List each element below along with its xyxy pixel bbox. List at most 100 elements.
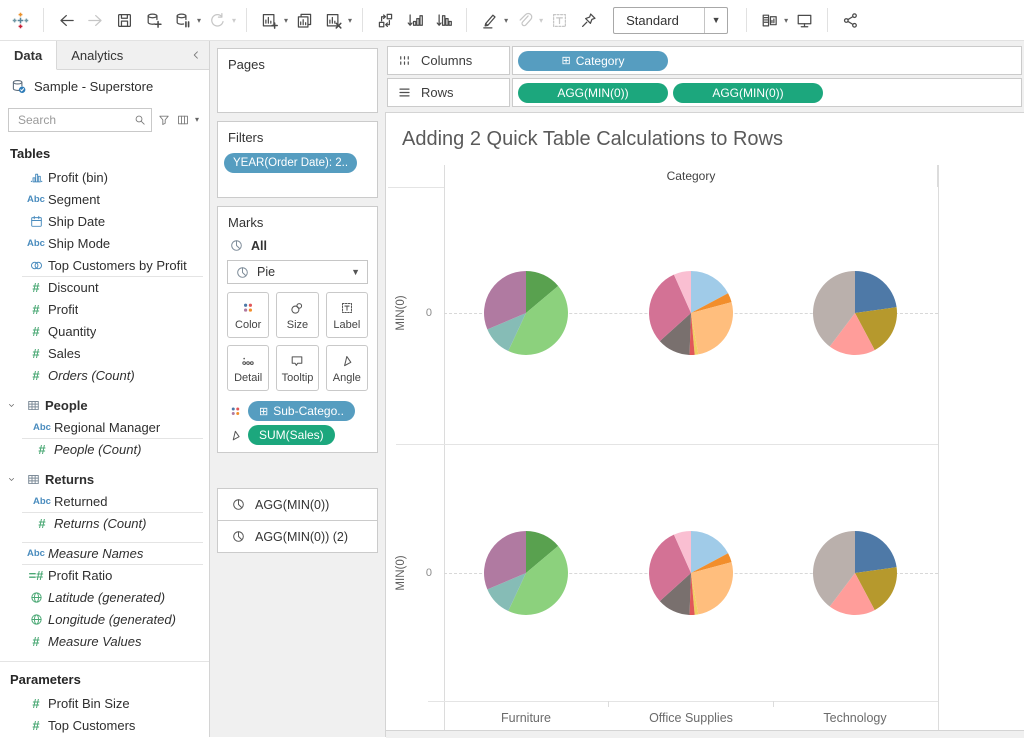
highlight-button[interactable] [475, 6, 504, 34]
presentation-mode-button[interactable] [790, 6, 819, 34]
new-worksheet-button[interactable] [255, 6, 284, 34]
field-item-sales[interactable]: #Sales [0, 342, 209, 364]
field-item-returns-count[interactable]: #Returns (Count) [0, 512, 209, 534]
view-options-icon[interactable] [176, 113, 190, 127]
new-data-source-button[interactable] [139, 6, 168, 34]
group-members-button[interactable] [510, 6, 539, 34]
field-item-discount[interactable]: #Discount [0, 276, 209, 298]
field-item-top-customers[interactable]: #Top Customers [0, 714, 209, 736]
field-item-profit-ratio[interactable]: =#Profit Ratio [0, 564, 209, 586]
field-item-quantity[interactable]: #Quantity [0, 320, 209, 342]
datasource-item[interactable]: Sample - Superstore [0, 70, 209, 103]
pie-chart-technology-row2[interactable] [810, 528, 900, 618]
pie-chart-furniture-row1[interactable] [481, 268, 571, 358]
pill-category[interactable]: ⊞Category [518, 51, 668, 71]
field-item-profit-bin[interactable]: Profit (bin) [0, 166, 209, 188]
clear-sheet-caret-icon[interactable]: ▾ [348, 16, 352, 25]
marks-detail-button[interactable]: Detail [227, 345, 269, 391]
clear-sheet-button[interactable] [319, 6, 348, 34]
field-item-top-customers-by-profit[interactable]: Top Customers by Profit [0, 254, 209, 276]
tab-analytics[interactable]: Analytics [57, 41, 137, 69]
group-members-caret-icon[interactable]: ▾ [539, 16, 543, 25]
field-item-returned[interactable]: AbcReturned [0, 490, 209, 512]
search-input[interactable] [16, 112, 133, 128]
chevron-down-icon[interactable] [6, 474, 21, 485]
marks-tooltip-button[interactable]: Tooltip [276, 345, 318, 391]
field-item-profit-bin-size[interactable]: #Profit Bin Size [0, 692, 209, 714]
field-item-latitude-generated[interactable]: Latitude (generated) [0, 586, 209, 608]
field-item-regional-manager[interactable]: AbcRegional Manager [0, 416, 209, 438]
search-box[interactable] [8, 108, 152, 132]
pages-shelf[interactable]: Pages [217, 48, 378, 113]
sort-descending-button[interactable] [429, 6, 458, 34]
tab-data[interactable]: Data [0, 41, 57, 70]
pie-chart-technology-row1[interactable] [810, 268, 900, 358]
save-button[interactable] [110, 6, 139, 34]
column-label-office-supplies[interactable]: Office Supplies [609, 711, 773, 725]
mark-card-agg-min-0-2[interactable]: AGG(MIN(0)) (2) [217, 520, 378, 553]
field-group-returns[interactable]: Returns [0, 468, 209, 490]
field-item-profit[interactable]: #Profit [0, 298, 209, 320]
pill-agg-min-0[interactable]: AGG(MIN(0)) [518, 83, 668, 103]
marks-label-button[interactable]: Label [326, 292, 368, 338]
marks-button-label: Color [235, 319, 261, 331]
text-label-button[interactable] [545, 6, 574, 34]
marks-all-row[interactable]: All [218, 234, 377, 255]
run-update-caret-icon[interactable]: ▾ [232, 16, 236, 25]
pause-auto-updates-button[interactable] [168, 6, 197, 34]
mark-card-agg-min-0[interactable]: AGG(MIN(0)) [217, 488, 378, 521]
pie-chart-office-supplies-row1[interactable] [646, 268, 736, 358]
field-item-measure-values[interactable]: #Measure Values [0, 630, 209, 652]
field-item-measure-names[interactable]: AbcMeasure Names [0, 542, 209, 564]
row-axis-label[interactable]: MIN(0) [395, 273, 409, 353]
pie-chart-furniture-row2[interactable] [481, 528, 571, 618]
field-item-longitude-generated[interactable]: Longitude (generated) [0, 608, 209, 630]
sort-ascending-button[interactable] [400, 6, 429, 34]
pin-button[interactable] [574, 6, 603, 34]
pie-chart-office-supplies-row2[interactable] [646, 528, 736, 618]
tableau-logo-button[interactable] [6, 6, 35, 34]
show-cards-caret-icon[interactable]: ▾ [784, 16, 788, 25]
columns-shelf[interactable]: ⊞Category [512, 46, 1022, 75]
marks-buttons: Color SizeLabel DetailTooltipAngle [227, 292, 368, 391]
field-item-segment[interactable]: AbcSegment [0, 188, 209, 210]
view-options-caret-icon[interactable]: ▾ [195, 115, 199, 124]
filter-fields-icon[interactable] [157, 113, 171, 127]
highlight-caret-icon[interactable]: ▾ [504, 16, 508, 25]
pause-auto-updates-caret-icon[interactable]: ▾ [197, 16, 201, 25]
marks-size-button[interactable]: Size [276, 292, 318, 338]
expand-icon[interactable]: ⊞ [562, 54, 571, 67]
pill-agg-min-0[interactable]: AGG(MIN(0)) [673, 83, 823, 103]
collapse-pane-button[interactable] [183, 41, 209, 69]
expand-icon[interactable]: ⊞ [259, 405, 268, 418]
chevron-down-icon[interactable] [6, 400, 21, 411]
duplicate-button[interactable] [290, 6, 319, 34]
redo-arrow-button[interactable] [81, 6, 110, 34]
share-button[interactable] [836, 6, 865, 34]
field-label: Ship Mode [48, 236, 110, 251]
column-field-header[interactable]: Category [444, 165, 938, 187]
field-item-orders-count[interactable]: #Orders (Count) [0, 364, 209, 386]
column-label-technology[interactable]: Technology [773, 711, 937, 725]
row-axis-label[interactable]: MIN(0) [395, 533, 409, 613]
marks-angle-button[interactable]: Angle [326, 345, 368, 391]
pill-sum-sales[interactable]: SUM(Sales) [248, 425, 335, 445]
swap-rows-columns-button[interactable] [371, 6, 400, 34]
filters-shelf[interactable]: Filters YEAR(Order Date): 2.. [217, 121, 378, 198]
filter-pill-year-order-date[interactable]: YEAR(Order Date): 2.. [224, 153, 357, 173]
marks-color-button[interactable]: Color [227, 292, 269, 338]
field-group-people[interactable]: People [0, 394, 209, 416]
new-worksheet-caret-icon[interactable]: ▾ [284, 16, 288, 25]
mark-type-dropdown[interactable]: Pie ▼ [227, 260, 368, 284]
run-update-button[interactable] [203, 6, 232, 34]
y-tick-label: 0 [414, 307, 432, 319]
field-item-ship-date[interactable]: Ship Date [0, 210, 209, 232]
pill-sub-catego[interactable]: ⊞Sub-Catego.. [248, 401, 355, 421]
undo-arrow-button[interactable] [52, 6, 81, 34]
field-item-people-count[interactable]: #People (Count) [0, 438, 209, 460]
rows-shelf[interactable]: AGG(MIN(0))AGG(MIN(0)) [512, 78, 1022, 107]
fit-mode-dropdown[interactable]: Standard▼ [613, 7, 728, 34]
field-item-ship-mode[interactable]: AbcShip Mode [0, 232, 209, 254]
show-cards-button[interactable] [755, 6, 784, 34]
column-label-furniture[interactable]: Furniture [444, 711, 608, 725]
